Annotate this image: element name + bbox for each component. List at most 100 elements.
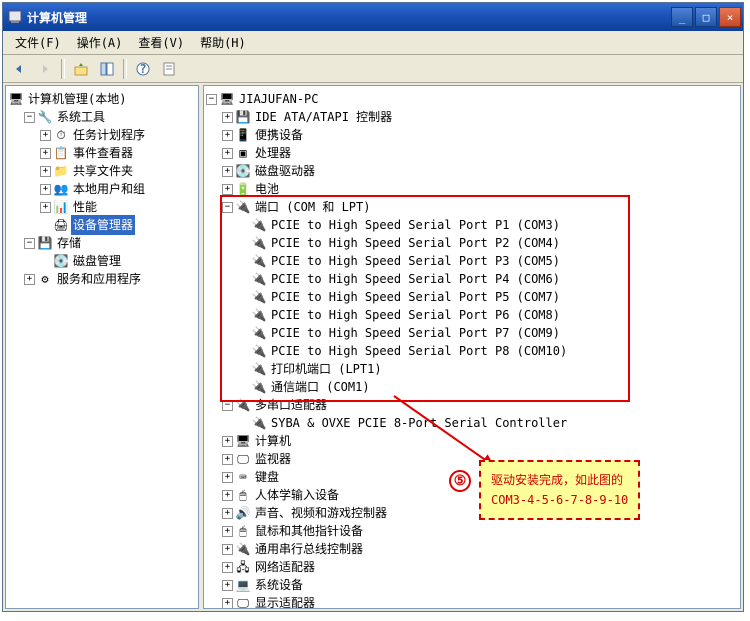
printer-port-icon: 🔌 bbox=[251, 361, 267, 377]
device-manager-icon: 🖨 bbox=[53, 217, 69, 233]
device-disk-drives[interactable]: +💽磁盘驱动器 bbox=[206, 162, 738, 180]
menu-help[interactable]: 帮助(H) bbox=[192, 32, 254, 53]
tree-disk-management[interactable]: 💽磁盘管理 bbox=[8, 252, 196, 270]
serial-port-icon: 🔌 bbox=[251, 253, 267, 269]
device-comm-port[interactable]: 🔌通信端口 (COM1) bbox=[206, 378, 738, 396]
content-area: 🖥计算机管理(本地) −🔧系统工具 +⏱任务计划程序 +📋事件查看器 +📁共享文… bbox=[3, 83, 743, 611]
expand-icon[interactable]: + bbox=[40, 184, 51, 195]
usb-icon: 🔌 bbox=[235, 541, 251, 557]
device-usb[interactable]: +🔌通用串行总线控制器 bbox=[206, 540, 738, 558]
tools-icon: 🔧 bbox=[37, 109, 53, 125]
tree-services[interactable]: +⚙服务和应用程序 bbox=[8, 270, 196, 288]
expand-icon[interactable]: + bbox=[222, 166, 233, 177]
expand-icon[interactable]: + bbox=[222, 526, 233, 537]
device-system[interactable]: +💻系统设备 bbox=[206, 576, 738, 594]
close-button[interactable]: × bbox=[719, 7, 741, 27]
expand-icon[interactable]: + bbox=[222, 472, 233, 483]
menu-view[interactable]: 查看(V) bbox=[130, 32, 192, 53]
expand-icon[interactable]: + bbox=[24, 274, 35, 285]
maximize-button[interactable]: □ bbox=[695, 7, 717, 27]
expand-icon[interactable]: + bbox=[222, 454, 233, 465]
menu-file[interactable]: 文件(F) bbox=[7, 32, 69, 53]
device-computer[interactable]: −🖥JIAJUFAN-PC bbox=[206, 90, 738, 108]
device-port8[interactable]: 🔌PCIE to High Speed Serial Port P8 (COM1… bbox=[206, 342, 738, 360]
collapse-icon[interactable]: − bbox=[222, 400, 233, 411]
expand-icon[interactable]: + bbox=[40, 130, 51, 141]
expand-icon[interactable]: + bbox=[40, 202, 51, 213]
device-computers[interactable]: +🖥计算机 bbox=[206, 432, 738, 450]
expand-icon[interactable]: + bbox=[222, 508, 233, 519]
ide-icon: 💾 bbox=[235, 109, 251, 125]
tree-device-manager[interactable]: 🖨设备管理器 bbox=[8, 216, 196, 234]
expand-icon[interactable]: + bbox=[222, 580, 233, 591]
expand-icon[interactable]: + bbox=[222, 184, 233, 195]
tree-performance[interactable]: +📊性能 bbox=[8, 198, 196, 216]
left-pane[interactable]: 🖥计算机管理(本地) −🔧系统工具 +⏱任务计划程序 +📋事件查看器 +📁共享文… bbox=[5, 85, 199, 609]
tree-shared-folders[interactable]: +📁共享文件夹 bbox=[8, 162, 196, 180]
tree-root[interactable]: 🖥计算机管理(本地) bbox=[8, 90, 196, 108]
device-battery[interactable]: +🔋电池 bbox=[206, 180, 738, 198]
device-port2[interactable]: 🔌PCIE to High Speed Serial Port P2 (COM4… bbox=[206, 234, 738, 252]
collapse-icon[interactable]: − bbox=[24, 112, 35, 123]
device-port6[interactable]: 🔌PCIE to High Speed Serial Port P6 (COM8… bbox=[206, 306, 738, 324]
tree-storage[interactable]: −💾存储 bbox=[8, 234, 196, 252]
disk-icon: 💽 bbox=[53, 253, 69, 269]
device-printer-port[interactable]: 🔌打印机端口 (LPT1) bbox=[206, 360, 738, 378]
collapse-icon[interactable]: − bbox=[222, 202, 233, 213]
tree-local-users[interactable]: +👥本地用户和组 bbox=[8, 180, 196, 198]
device-ide[interactable]: +💾IDE ATA/ATAPI 控制器 bbox=[206, 108, 738, 126]
device-syba[interactable]: 🔌SYBA & OVXE PCIE 8-Port Serial Controll… bbox=[206, 414, 738, 432]
device-display[interactable]: +🖵显示适配器 bbox=[206, 594, 738, 609]
collapse-icon[interactable]: − bbox=[24, 238, 35, 249]
device-ports[interactable]: −🔌端口 (COM 和 LPT) bbox=[206, 198, 738, 216]
properties-button[interactable] bbox=[157, 58, 181, 80]
expand-icon[interactable]: + bbox=[222, 436, 233, 447]
expand-icon[interactable]: + bbox=[40, 148, 51, 159]
expand-icon[interactable]: + bbox=[222, 148, 233, 159]
computer-icon: 🖥 bbox=[235, 433, 251, 449]
show-hide-button[interactable] bbox=[95, 58, 119, 80]
device-monitors[interactable]: +🖵监视器 bbox=[206, 450, 738, 468]
expand-icon[interactable]: + bbox=[222, 490, 233, 501]
expand-icon[interactable]: + bbox=[222, 598, 233, 609]
expand-icon[interactable]: + bbox=[222, 544, 233, 555]
device-port4[interactable]: 🔌PCIE to High Speed Serial Port P4 (COM6… bbox=[206, 270, 738, 288]
device-hid[interactable]: +🖱人体学输入设备 bbox=[206, 486, 738, 504]
device-port7[interactable]: 🔌PCIE to High Speed Serial Port P7 (COM9… bbox=[206, 324, 738, 342]
titlebar[interactable]: 计算机管理 _ □ × bbox=[3, 3, 743, 31]
tree-task-scheduler[interactable]: +⏱任务计划程序 bbox=[8, 126, 196, 144]
expand-icon[interactable]: + bbox=[222, 562, 233, 573]
device-multi-serial[interactable]: −🔌多串口适配器 bbox=[206, 396, 738, 414]
device-port1[interactable]: 🔌PCIE to High Speed Serial Port P1 (COM3… bbox=[206, 216, 738, 234]
device-port5[interactable]: 🔌PCIE to High Speed Serial Port P5 (COM7… bbox=[206, 288, 738, 306]
callout-box: 驱动安装完成，如此图的 COM3-4-5-6-7-8-9-10 bbox=[479, 460, 640, 520]
forward-button[interactable] bbox=[33, 58, 57, 80]
device-mice[interactable]: +🖱鼠标和其他指针设备 bbox=[206, 522, 738, 540]
collapse-icon[interactable]: − bbox=[206, 94, 217, 105]
device-processors[interactable]: +▣处理器 bbox=[206, 144, 738, 162]
help-button[interactable]: ? bbox=[131, 58, 155, 80]
device-port3[interactable]: 🔌PCIE to High Speed Serial Port P3 (COM5… bbox=[206, 252, 738, 270]
up-button[interactable] bbox=[69, 58, 93, 80]
serial-port-icon: 🔌 bbox=[251, 235, 267, 251]
device-keyboards[interactable]: +⌨键盘 bbox=[206, 468, 738, 486]
device-sound[interactable]: +🔊声音、视频和游戏控制器 bbox=[206, 504, 738, 522]
left-tree: 🖥计算机管理(本地) −🔧系统工具 +⏱任务计划程序 +📋事件查看器 +📁共享文… bbox=[6, 86, 198, 292]
back-button[interactable] bbox=[7, 58, 31, 80]
menu-action[interactable]: 操作(A) bbox=[69, 32, 131, 53]
device-network[interactable]: +🖧网络适配器 bbox=[206, 558, 738, 576]
expand-icon[interactable]: + bbox=[222, 112, 233, 123]
tree-system-tools[interactable]: −🔧系统工具 bbox=[8, 108, 196, 126]
adapter-icon: 🔌 bbox=[235, 397, 251, 413]
controller-icon: 🔌 bbox=[251, 415, 267, 431]
window-title: 计算机管理 bbox=[27, 9, 671, 26]
storage-icon: 💾 bbox=[37, 235, 53, 251]
monitor-icon: 🖵 bbox=[235, 451, 251, 467]
minimize-button[interactable]: _ bbox=[671, 7, 693, 27]
device-portable[interactable]: +📱便携设备 bbox=[206, 126, 738, 144]
expand-icon[interactable]: + bbox=[40, 166, 51, 177]
expand-icon[interactable]: + bbox=[222, 130, 233, 141]
tree-event-viewer[interactable]: +📋事件查看器 bbox=[8, 144, 196, 162]
callout-line1: 驱动安装完成，如此图的 bbox=[491, 470, 628, 490]
right-pane[interactable]: −🖥JIAJUFAN-PC +💾IDE ATA/ATAPI 控制器 +📱便携设备… bbox=[203, 85, 741, 609]
